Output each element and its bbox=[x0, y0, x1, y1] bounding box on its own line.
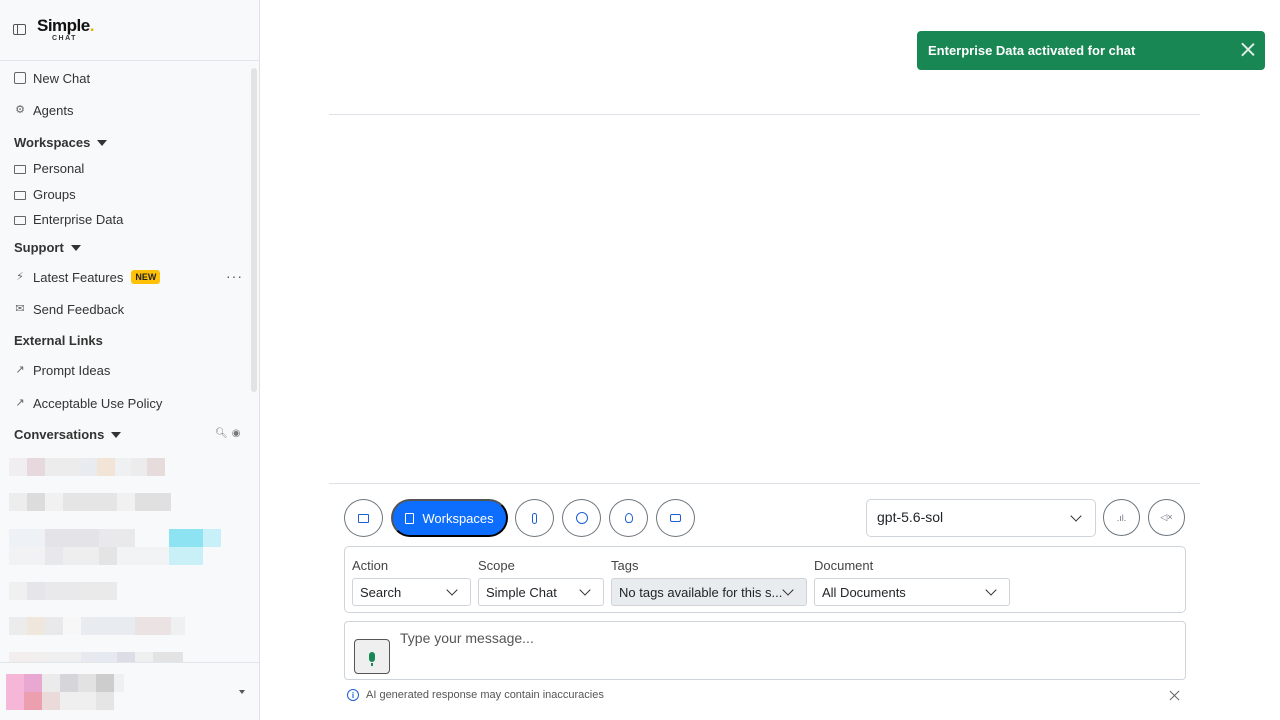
external-link-icon: ↗ bbox=[15, 397, 25, 409]
chevron-down-icon bbox=[782, 584, 794, 596]
web-search-button[interactable] bbox=[562, 499, 601, 537]
document-icon bbox=[405, 512, 415, 524]
toast-notification: Enterprise Data activated for chat bbox=[917, 31, 1265, 70]
send-feedback-link[interactable]: ✉ Send Feedback bbox=[14, 300, 124, 318]
globe-icon bbox=[575, 512, 588, 524]
robot-icon bbox=[670, 514, 681, 522]
ai-disclaimer: i AI generated response may contain inac… bbox=[347, 689, 604, 701]
document-select[interactable]: All Documents bbox=[814, 578, 1010, 606]
mute-button[interactable]: ◁× bbox=[1148, 499, 1185, 536]
close-icon[interactable] bbox=[1169, 690, 1180, 701]
close-icon[interactable] bbox=[1241, 42, 1255, 56]
conversations-heading[interactable]: Conversations bbox=[14, 427, 122, 442]
workspaces-button[interactable]: Workspaces bbox=[391, 499, 508, 537]
user-avatar[interactable] bbox=[6, 674, 124, 692]
folder-icon bbox=[14, 215, 26, 225]
caret-down-icon[interactable] bbox=[239, 690, 245, 694]
search-icon[interactable]: 🔍︎ bbox=[215, 428, 228, 439]
conversation-item[interactable] bbox=[9, 529, 221, 547]
document-label: Document bbox=[814, 558, 874, 573]
folder-icon bbox=[14, 164, 26, 174]
support-heading[interactable]: Support bbox=[14, 240, 81, 255]
new-chat-link[interactable]: New Chat bbox=[14, 69, 90, 87]
brand-bar: Simple. CHAT bbox=[0, 0, 259, 61]
sidebar-item-groups[interactable]: Groups bbox=[14, 185, 76, 203]
conversation-item[interactable] bbox=[9, 582, 117, 600]
caret-down-icon bbox=[70, 244, 81, 251]
more-options-icon[interactable]: ··· bbox=[226, 268, 243, 284]
acceptable-use-link[interactable]: ↗ Acceptable Use Policy bbox=[14, 394, 162, 412]
microphone-icon bbox=[369, 651, 375, 666]
model-select[interactable]: gpt-5.6-sol bbox=[866, 499, 1096, 537]
image-icon bbox=[358, 513, 369, 523]
sidebar-item-personal[interactable]: Personal bbox=[14, 159, 84, 177]
latest-features-link[interactable]: ⚡ Latest Features NEW bbox=[14, 268, 161, 286]
conversation-item[interactable] bbox=[9, 458, 165, 476]
logo[interactable]: Simple. CHAT bbox=[37, 17, 95, 43]
external-link-icon: ↗ bbox=[15, 364, 25, 376]
external-links-heading: External Links bbox=[14, 333, 103, 348]
folder-icon bbox=[14, 190, 26, 200]
composer-divider bbox=[329, 483, 1200, 484]
action-label: Action bbox=[352, 558, 389, 573]
message-input[interactable] bbox=[400, 630, 1170, 646]
tags-select[interactable]: No tags available for this s... bbox=[611, 578, 807, 606]
tags-label: Tags bbox=[611, 558, 639, 573]
agents-button[interactable] bbox=[656, 499, 695, 537]
user-name bbox=[6, 692, 114, 710]
sidebar-item-enterprise-data[interactable]: Enterprise Data bbox=[14, 210, 123, 228]
scope-label: Scope bbox=[478, 558, 515, 573]
agents-link[interactable]: ⚙ Agents bbox=[14, 101, 73, 119]
conversation-item[interactable] bbox=[9, 493, 171, 511]
caret-down-icon bbox=[97, 139, 108, 146]
sidebar: Simple. CHAT New Chat ⚙ Agents Workspace… bbox=[0, 0, 260, 720]
lightbulb-icon bbox=[624, 513, 633, 523]
scope-select[interactable]: Simple Chat bbox=[478, 578, 604, 606]
envelope-icon: ✉ bbox=[15, 303, 25, 315]
action-select[interactable]: Search bbox=[352, 578, 471, 606]
attach-file-button[interactable] bbox=[515, 499, 554, 537]
chevron-down-icon bbox=[579, 584, 591, 596]
audio-level-icon: .ıl. bbox=[1116, 512, 1127, 523]
new-badge: NEW bbox=[131, 270, 161, 284]
robot-icon: ⚙ bbox=[15, 104, 25, 116]
chevron-down-icon bbox=[985, 584, 997, 596]
toast-message: Enterprise Data activated for chat bbox=[928, 43, 1136, 58]
image-button[interactable] bbox=[344, 499, 383, 537]
conversation-item[interactable] bbox=[9, 547, 203, 565]
voice-settings-button[interactable]: .ıl. bbox=[1103, 499, 1140, 536]
chat-icon bbox=[14, 72, 26, 84]
prompt-ideas-button[interactable] bbox=[609, 499, 648, 537]
chat-header-divider bbox=[329, 114, 1200, 115]
lightning-icon: ⚡ bbox=[16, 271, 24, 283]
sidebar-toggle-icon[interactable] bbox=[13, 24, 26, 35]
microphone-button[interactable] bbox=[354, 639, 390, 674]
conversation-item[interactable] bbox=[9, 617, 185, 635]
chevron-down-icon bbox=[446, 584, 458, 596]
chevron-down-icon bbox=[1070, 510, 1082, 522]
eye-icon[interactable]: ◉ bbox=[232, 428, 241, 439]
sidebar-scrollbar[interactable] bbox=[251, 68, 257, 392]
conversation-tools: 🔍︎ ◉ bbox=[215, 428, 240, 439]
workspaces-heading[interactable]: Workspaces bbox=[14, 135, 108, 150]
caret-down-icon bbox=[111, 431, 122, 438]
speaker-mute-icon: ◁× bbox=[1160, 512, 1173, 522]
paperclip-icon bbox=[532, 512, 537, 524]
prompt-ideas-link[interactable]: ↗ Prompt Ideas bbox=[14, 361, 110, 379]
info-icon: i bbox=[347, 689, 359, 701]
